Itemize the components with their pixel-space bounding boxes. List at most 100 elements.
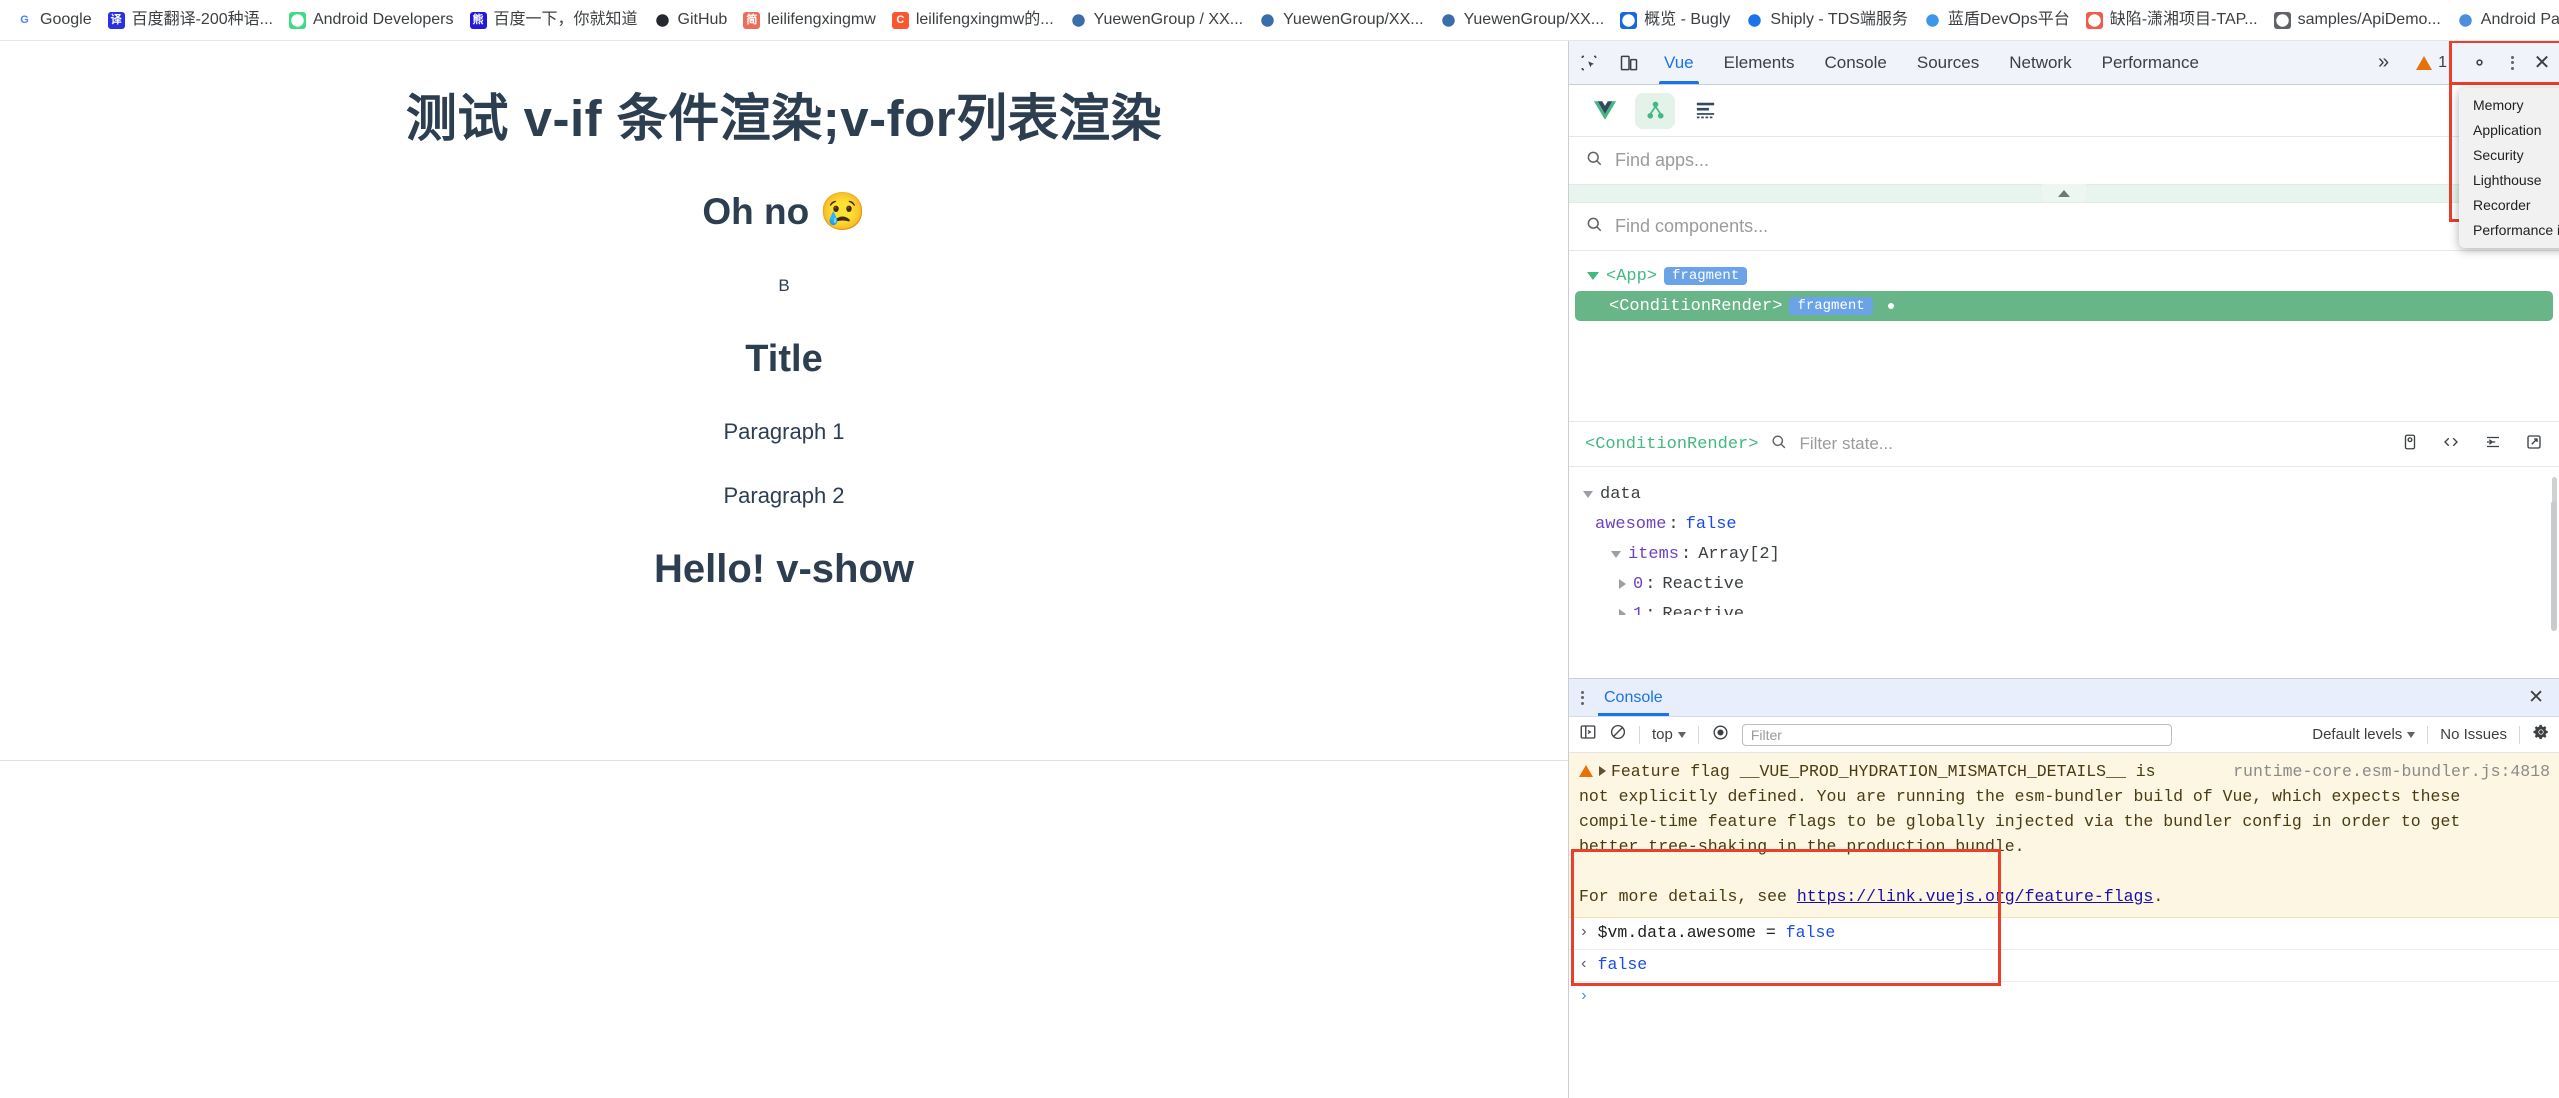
tab-vue[interactable]: Vue — [1649, 41, 1709, 84]
state-row[interactable]: 1:Reactive — [1569, 599, 2559, 615]
state-separator: : — [1668, 515, 1678, 534]
open-in-editor-icon[interactable] — [2525, 433, 2543, 456]
tab-elements[interactable]: Elements — [1709, 41, 1810, 84]
caret-down-icon[interactable] — [1611, 551, 1621, 558]
bookmark-label: Google — [40, 11, 92, 29]
more-vertical-icon[interactable] — [2499, 56, 2525, 70]
bookmark-item[interactable]: 概览 - Bugly — [1612, 7, 1738, 33]
bookmark-label: Android Developers — [313, 11, 454, 29]
bookmark-label: YuewenGroup / XX... — [1094, 11, 1243, 29]
timeline-icon[interactable] — [1685, 93, 1725, 129]
console-tab-bar: Console ✕ — [1569, 679, 2559, 717]
state-value[interactable]: Reactive — [1662, 575, 1744, 594]
overflow-menu-item-recorder[interactable]: Recorder — [2459, 193, 2559, 218]
bookmark-item[interactable]: Cleilifengxingmw的... — [884, 7, 1062, 33]
bookmark-item[interactable]: 译百度翻译-200种语... — [100, 7, 281, 33]
warning-count-badge[interactable]: 1 — [2404, 54, 2459, 72]
state-value[interactable]: Reactive — [1662, 605, 1744, 616]
chevron-down-icon — [1678, 732, 1686, 738]
shiply-icon — [1746, 12, 1763, 29]
bookmark-item[interactable]: YuewenGroup / XX... — [1062, 7, 1251, 33]
bookmark-item[interactable]: 蓝盾DevOps平台 — [1916, 7, 2078, 33]
bluedevops-icon — [1924, 12, 1941, 29]
overflow-menu-item-security[interactable]: Security — [2459, 143, 2559, 168]
warning-triangle-icon — [2416, 56, 2432, 70]
overflow-menu-item-lighthouse[interactable]: Lighthouse — [2459, 168, 2559, 193]
page-content: 测试 v-if 条件渲染;v-for列表渲染 Oh no 😢 B Title P… — [0, 41, 1568, 592]
clear-console-icon[interactable] — [1609, 723, 1627, 746]
tree-row[interactable]: <App>fragment — [1569, 261, 2559, 291]
bookmark-label: 百度一下，你就知道 — [494, 11, 638, 29]
caret-right-icon[interactable] — [1619, 579, 1626, 589]
collapse-handle[interactable] — [2042, 184, 2086, 202]
console-levels-selector[interactable]: Default levels — [2312, 726, 2415, 743]
console-issues-label[interactable]: No Issues — [2440, 726, 2507, 743]
tab-console[interactable]: Console — [1810, 41, 1902, 84]
close-icon[interactable]: ✕ — [2525, 50, 2559, 75]
overflow-menu-item-performance-insights[interactable]: Performance insights — [2459, 218, 2559, 243]
state-row[interactable]: awesome:false — [1569, 509, 2559, 539]
overflow-menu-item-memory[interactable]: Memory — [2459, 93, 2559, 118]
devtools-overflow-menu: MemoryApplicationSecurityLighthouseRecor… — [2459, 88, 2559, 248]
feature-flags-link[interactable]: https://link.vuejs.org/feature-flags — [1797, 887, 2153, 906]
collapse-all-icon[interactable] — [2483, 433, 2503, 456]
state-group-label: data — [1600, 485, 1641, 504]
find-components-placeholder: Find components... — [1615, 216, 1768, 237]
bookmark-item[interactable]: 简leilifengxingmw — [735, 7, 884, 33]
bookmark-item[interactable]: YuewenGroup/XX... — [1432, 7, 1613, 33]
bookmark-item[interactable]: 熊百度一下，你就知道 — [462, 7, 646, 33]
bookmark-item[interactable]: Shiply - TDS端服务 — [1738, 7, 1916, 33]
find-apps-search[interactable]: Find apps... — [1569, 137, 2559, 185]
tab-sources[interactable]: Sources — [1902, 41, 1994, 84]
console-entry[interactable]: ‹false — [1569, 950, 2559, 982]
bookmark-item[interactable]: Android Developers — [281, 7, 462, 33]
live-expression-icon[interactable] — [1711, 723, 1730, 747]
bookmarks-bar: GGoogle译百度翻译-200种语... Android Developers 熊… — [0, 0, 2559, 41]
caret-right-icon[interactable] — [1619, 609, 1626, 615]
state-group-data[interactable]: data — [1569, 479, 2559, 509]
find-components-search[interactable]: Find components... — [1569, 203, 2559, 251]
bookmark-item[interactable]: samples/ApiDemo... — [2266, 7, 2449, 33]
expand-triangle-icon[interactable] — [1599, 766, 1606, 776]
console-sidebar-icon[interactable] — [1579, 723, 1597, 746]
drawer-more-icon[interactable] — [1581, 691, 1584, 705]
state-value[interactable]: Array[2] — [1698, 545, 1780, 564]
close-icon[interactable]: ✕ — [2524, 688, 2548, 707]
component-badge: fragment — [1664, 267, 1747, 285]
bookmark-item[interactable]: YuewenGroup/XX... — [1251, 7, 1432, 33]
state-row[interactable]: items:Array[2] — [1569, 539, 2559, 569]
gear-icon[interactable] — [2532, 723, 2550, 746]
console-entry[interactable]: ›$vm.data.awesome = false — [1569, 918, 2559, 950]
caret-down-icon[interactable] — [1587, 272, 1599, 280]
tab-console[interactable]: Console — [1598, 679, 1669, 716]
view-source-icon[interactable] — [2441, 433, 2461, 456]
component-tree-icon[interactable] — [1635, 93, 1675, 129]
tab-performance[interactable]: Performance — [2087, 41, 2214, 84]
console-entry[interactable]: › — [1569, 982, 2559, 1014]
devtools-tabs: VueElementsConsoleSourcesNetworkPerforma… — [1649, 41, 2214, 84]
state-separator: : — [1645, 575, 1655, 594]
devtools-overflow-button[interactable]: » — [2363, 51, 2404, 74]
device-toolbar-icon[interactable] — [1609, 41, 1649, 84]
console-filter-input[interactable]: Filter — [1742, 724, 2172, 746]
state-value[interactable]: false — [1686, 515, 1737, 534]
inspect-element-icon[interactable] — [1569, 41, 1609, 84]
filter-state-placeholder: Filter state... — [1799, 434, 1893, 454]
bookmark-item[interactable]: GitHub — [646, 7, 736, 33]
paint-icon — [2457, 12, 2474, 29]
warning-source-link[interactable]: runtime-core.esm-bundler.js:4818 — [2233, 759, 2550, 784]
console-warning-message[interactable]: runtime-core.esm-bundler.js:4818 Feature… — [1569, 753, 2559, 918]
devtools-scrollbar[interactable] — [2551, 501, 2557, 631]
bookmark-item[interactable]: GGoogle — [8, 7, 100, 33]
state-inspector-body: data awesome:falseitems:Array[2]0:Reacti… — [1569, 467, 2559, 615]
tree-row[interactable]: <ConditionRender>fragment — [1575, 291, 2553, 321]
bookmark-item[interactable]: 缺陷-潇湘项目-TAP... — [2078, 7, 2266, 33]
state-row[interactable]: 0:Reactive — [1569, 569, 2559, 599]
bookmark-item[interactable]: Android Paint Xfer... — [2449, 7, 2559, 33]
tab-network[interactable]: Network — [1994, 41, 2086, 84]
overflow-menu-item-application[interactable]: Application — [2459, 118, 2559, 143]
gear-icon[interactable] — [2459, 53, 2499, 72]
search-icon — [1585, 149, 1603, 172]
inspect-in-console-icon[interactable] — [2401, 433, 2419, 456]
console-context-selector[interactable]: top — [1652, 726, 1686, 743]
